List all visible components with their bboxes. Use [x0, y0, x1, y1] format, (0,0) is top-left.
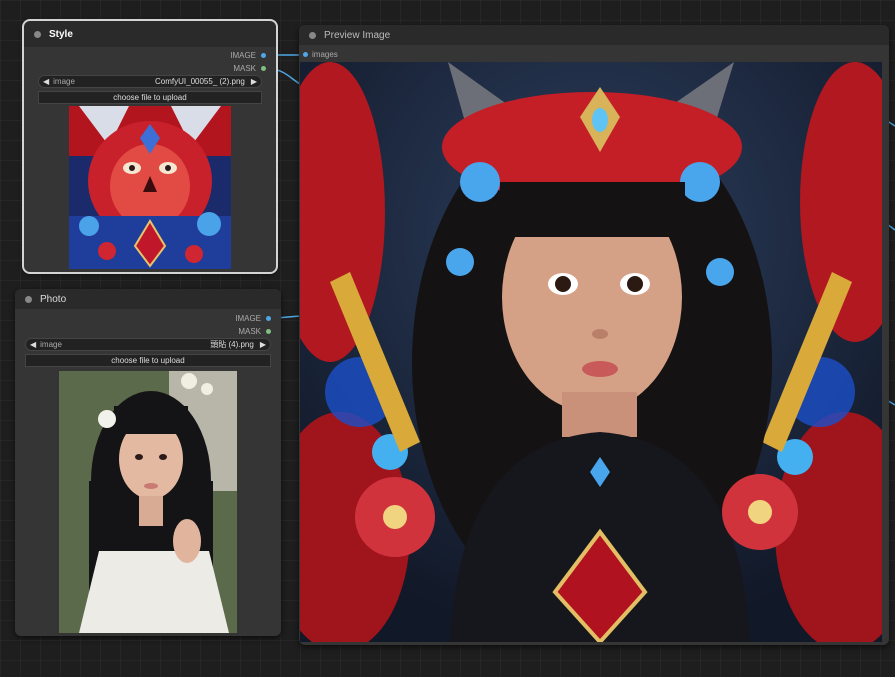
output-label-image: IMAGE — [235, 313, 261, 323]
style-upload-button[interactable]: choose file to upload — [38, 91, 262, 104]
style-output-image[interactable]: IMAGE — [230, 49, 266, 61]
photo-node-title-bar[interactable]: Photo — [15, 289, 281, 309]
arrow-left-icon[interactable]: ◀ — [43, 77, 49, 86]
image-socket-icon[interactable] — [266, 315, 271, 321]
photo-upload-button[interactable]: choose file to upload — [25, 354, 271, 367]
preview-output-image — [300, 62, 882, 642]
preview-node-title-bar[interactable]: Preview Image — [299, 25, 889, 45]
combo-label: image — [53, 77, 75, 86]
style-thumbnail — [69, 106, 231, 269]
arrow-right-icon[interactable]: ▶ — [260, 340, 266, 349]
arrow-right-icon[interactable]: ▶ — [251, 77, 257, 86]
photo-node-title: Photo — [40, 293, 67, 305]
output-label-image: IMAGE — [230, 50, 256, 60]
output-label-mask: MASK — [238, 326, 261, 336]
photo-output-mask[interactable]: MASK — [238, 325, 271, 337]
combo-value: 頭貼 (4).png — [210, 340, 254, 349]
collapse-dot-icon[interactable] — [34, 30, 41, 38]
collapse-dot-icon[interactable] — [25, 295, 32, 303]
style-node[interactable]: Style IMAGE MASK ◀ image ComfyUI_00055_ … — [22, 19, 278, 274]
style-node-title-bar[interactable]: Style — [24, 21, 276, 47]
preview-input-images[interactable]: images — [303, 50, 338, 59]
combo-value: ComfyUI_00055_ (2).png — [155, 77, 245, 86]
photo-image-combo[interactable]: ◀ image 頭貼 (4).png ▶ — [25, 338, 271, 351]
style-node-title: Style — [49, 28, 73, 40]
preview-image-node[interactable]: Preview Image images — [299, 25, 889, 645]
mask-socket-icon[interactable] — [266, 328, 271, 334]
collapse-dot-icon[interactable] — [309, 31, 316, 39]
input-label-images: images — [312, 50, 338, 59]
mask-socket-icon[interactable] — [261, 65, 266, 71]
photo-node[interactable]: Photo IMAGE MASK ◀ image 頭貼 (4).png ▶ ch… — [15, 289, 281, 636]
image-socket-icon[interactable] — [261, 52, 266, 58]
photo-output-image[interactable]: IMAGE — [235, 312, 271, 324]
combo-label: image — [40, 340, 62, 349]
arrow-left-icon[interactable]: ◀ — [30, 340, 36, 349]
output-label-mask: MASK — [233, 63, 256, 73]
image-socket-icon[interactable] — [303, 52, 308, 57]
photo-thumbnail — [59, 371, 237, 633]
style-output-mask[interactable]: MASK — [233, 62, 266, 74]
style-image-combo[interactable]: ◀ image ComfyUI_00055_ (2).png ▶ — [38, 75, 262, 88]
preview-node-title: Preview Image — [324, 29, 391, 41]
